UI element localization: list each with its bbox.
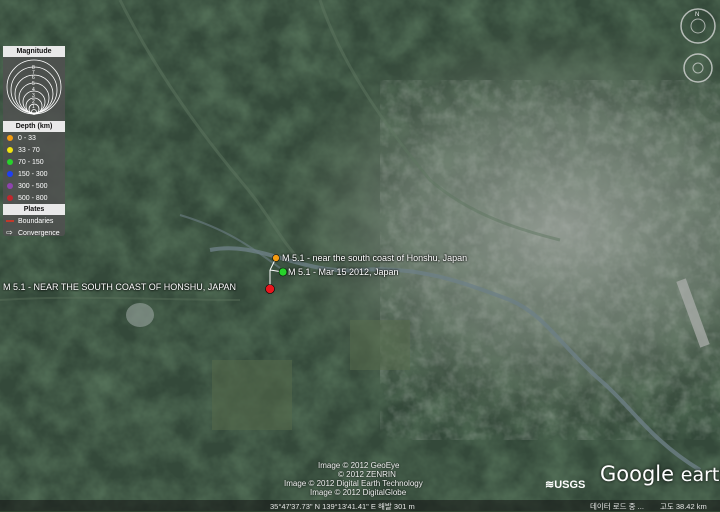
quake-marker-green[interactable] xyxy=(278,267,288,277)
magnitude-tick-label: 1 xyxy=(32,104,35,110)
depth-title: Depth (km) xyxy=(3,121,65,132)
quake-marker-orange[interactable] xyxy=(272,254,280,262)
depth-item: 500 - 800 xyxy=(3,192,65,204)
depth-item: 33 - 70 xyxy=(3,144,65,156)
depth-dot-icon xyxy=(7,195,13,201)
depth-dot-icon xyxy=(7,171,13,177)
navigation-controls[interactable]: N xyxy=(676,4,720,94)
depth-item: 0 - 33 xyxy=(3,132,65,144)
look-joystick-icon[interactable] xyxy=(690,18,706,34)
image-credit: Image © 2012 GeoEye xyxy=(318,461,400,470)
google-earth-logo: Google earth xyxy=(600,462,720,486)
coordinates-readout: 35°47'37.73" N 139°13'41.41" E 해발 301 m xyxy=(270,502,415,511)
boundary-line-icon xyxy=(6,220,14,222)
image-credit: Image © 2012 DigitalGlobe xyxy=(310,488,407,497)
depth-item: 300 - 500 xyxy=(3,180,65,192)
status-bar: 35°47'37.73" N 139°13'41.41" E 해발 301 m … xyxy=(0,500,720,511)
depth-item: 70 - 150 xyxy=(3,156,65,168)
depth-list: 0 - 33 33 - 70 70 - 150 150 - 300 300 - … xyxy=(3,132,65,204)
move-joystick-icon[interactable] xyxy=(692,62,704,74)
legend-panel: Magnitude 87654321 Depth (km) 0 - 33 33 … xyxy=(3,46,65,237)
boundaries-item: Boundaries xyxy=(3,215,65,227)
depth-item: 150 - 300 xyxy=(3,168,65,180)
depth-dot-icon xyxy=(7,135,13,141)
usgs-logo: ≋USGS xyxy=(545,479,586,491)
loading-status: 데이터 로드 중 ... xyxy=(590,502,644,511)
move-ring-icon[interactable] xyxy=(683,53,713,83)
quake-label-orange[interactable]: M 5.1 - near the south coast of Honshu, … xyxy=(282,253,467,263)
svg-text:N: N xyxy=(695,12,699,18)
quake-marker-red[interactable] xyxy=(265,284,275,294)
quake-label-green[interactable]: M 5.1 - Mar 15 2012, Japan xyxy=(288,267,399,277)
depth-dot-icon xyxy=(7,183,13,189)
plates-title: Plates xyxy=(3,204,65,215)
image-credit: © 2012 ZENRIN xyxy=(338,470,396,479)
convergence-arrow-icon: ⇨ xyxy=(6,228,13,237)
depth-dot-icon xyxy=(7,159,13,165)
quake-label-red[interactable]: M 5.1 - NEAR THE SOUTH COAST OF HONSHU, … xyxy=(3,282,236,292)
depth-dot-icon xyxy=(7,147,13,153)
magnitude-title: Magnitude xyxy=(3,46,65,57)
eye-altitude: 고도 38.42 km xyxy=(660,502,707,511)
image-credit: Image © 2012 Digital Earth Technology xyxy=(284,479,423,488)
convergence-item: ⇨ Convergence xyxy=(6,228,60,237)
magnitude-scale: 87654321 xyxy=(3,57,65,121)
